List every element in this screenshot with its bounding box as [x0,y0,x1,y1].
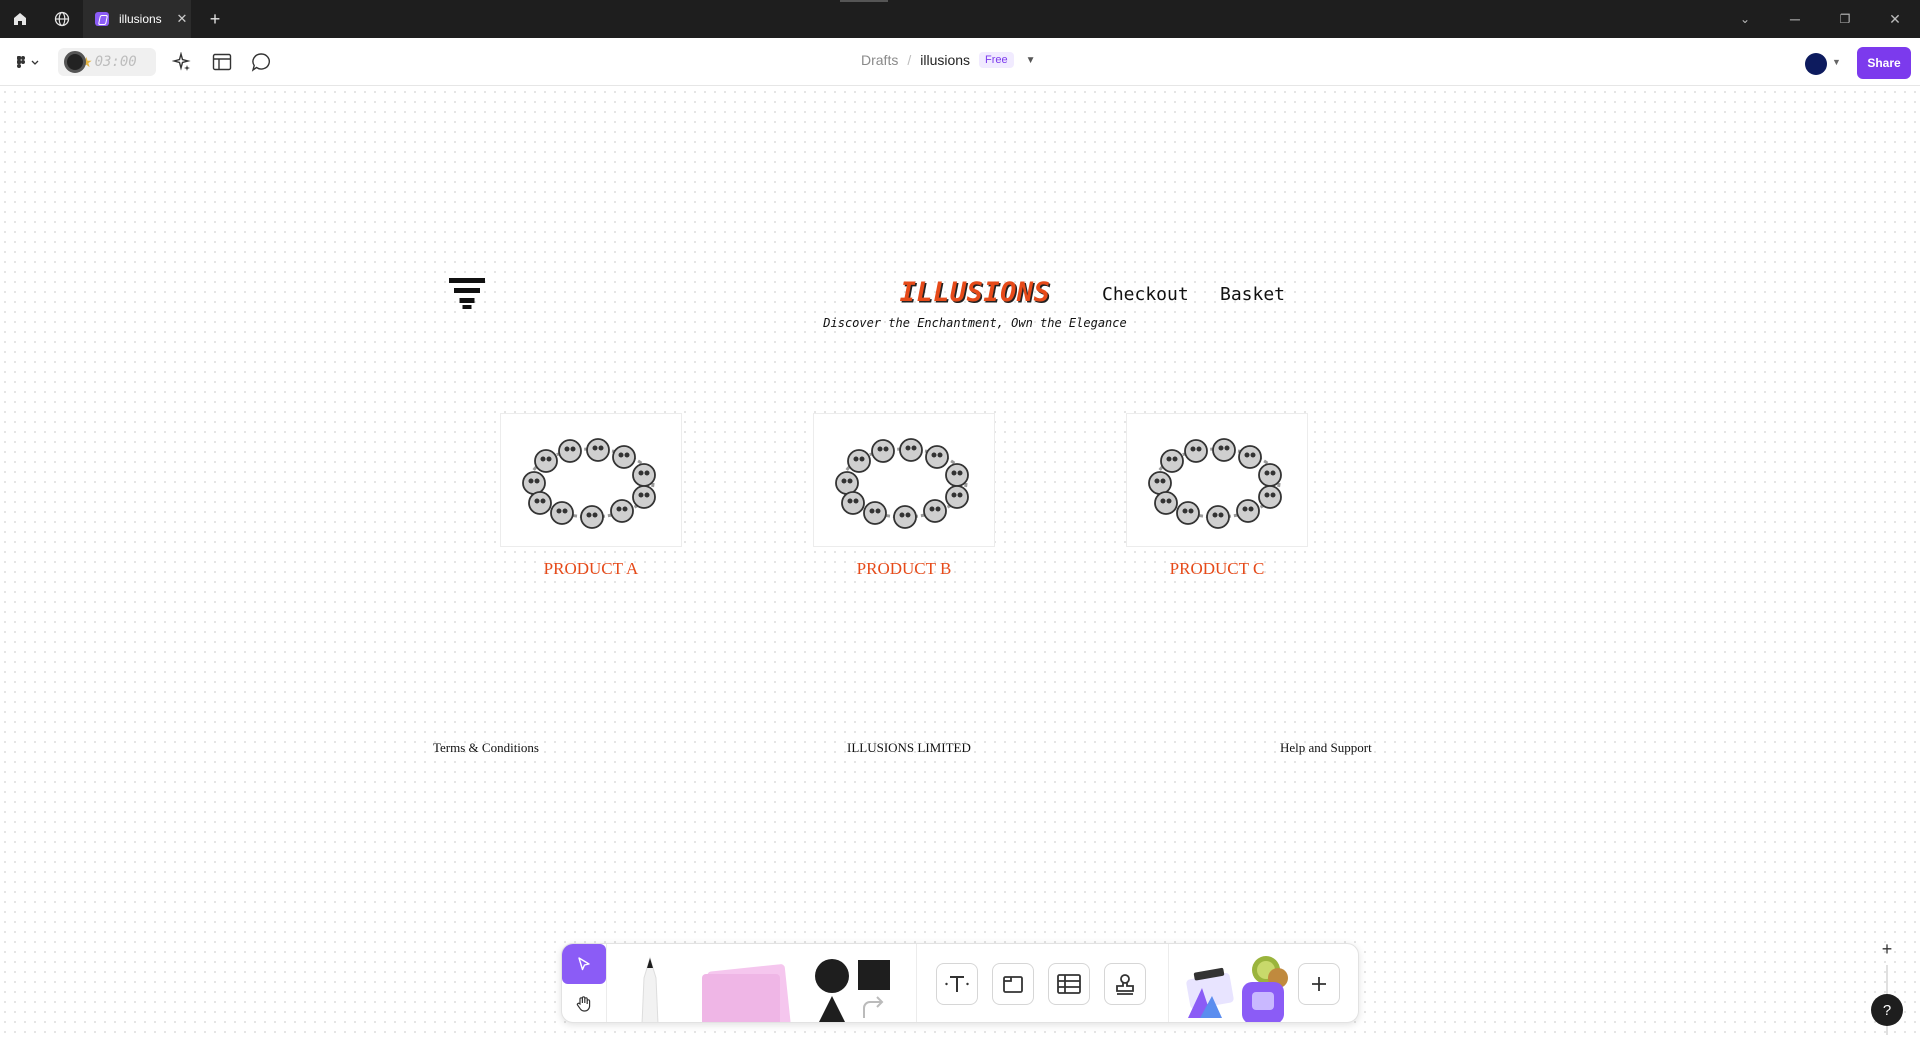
layout-templates-icon[interactable] [206,46,238,78]
marker-icon [641,956,659,1022]
stamp-icon [1116,974,1134,995]
chevron-down-icon[interactable]: ▼ [1832,57,1841,67]
shapes-icon [815,959,890,1022]
pen-tool[interactable] [630,952,670,1022]
sticky-note-icon [702,964,791,1022]
table-icon [1057,974,1081,994]
tab-title: illusions [119,12,162,26]
bracelet-image [522,438,656,529]
text-tool[interactable] [936,963,978,1005]
home-icon[interactable] [0,0,40,38]
product-card[interactable]: PRODUCT B [813,413,995,579]
tagline: Discover the Enchantment, Own the Elegan… [823,316,1127,330]
avatar[interactable] [1805,53,1827,75]
section-tool[interactable] [992,963,1034,1005]
comment-icon[interactable] [245,46,277,78]
breadcrumb: Drafts / illusions Free ▼ [861,52,1036,68]
plan-badge[interactable]: Free [979,52,1014,68]
product-image [1126,413,1308,547]
hand-icon [576,996,591,1012]
timer-value: 03:00 [94,54,137,70]
minimize-icon[interactable]: ─ [1772,0,1818,38]
file-name[interactable]: illusions [920,52,970,68]
main-menu-icon[interactable] [12,46,44,78]
breadcrumb-drafts[interactable]: Drafts [861,52,898,68]
stamp-tool[interactable] [1104,963,1146,1005]
new-tab-button[interactable]: + [195,0,235,38]
table-tool[interactable] [1048,963,1090,1005]
shapes-tool[interactable] [814,956,894,1022]
figjam-file-icon [95,12,109,26]
footer-help[interactable]: Help and Support [1280,740,1372,756]
bracelet-image [835,438,969,529]
creation-toolbar [561,943,1359,1023]
nav-checkout[interactable]: Checkout [1102,284,1189,305]
footer-terms[interactable]: Terms & Conditions [433,740,539,756]
hand-tool-button[interactable] [562,984,606,1022]
drag-handle[interactable] [840,0,888,2]
close-window-icon[interactable]: ✕ [1872,0,1918,38]
plus-icon [1312,977,1326,991]
share-button[interactable]: Share [1857,47,1911,79]
product-name[interactable]: PRODUCT C [1126,559,1308,579]
restore-icon[interactable]: ❐ [1822,0,1868,38]
product-name[interactable]: PRODUCT A [500,559,682,579]
help-button[interactable]: ? [1871,994,1903,1026]
canvas[interactable]: ILLUSIONS Discover the Enchantment, Own … [0,87,1920,1037]
sticky-note-tool[interactable] [696,960,796,1022]
product-card[interactable]: PRODUCT C [1126,413,1308,579]
cursor-icon [578,957,590,971]
widgets-icon [1186,956,1288,1022]
product-image [813,413,995,547]
filter-menu-icon[interactable] [449,277,485,311]
close-tab-icon[interactable]: ✕ [173,11,191,27]
editor-toolbar: ★ 03:00 Drafts / illusions Free ▼ ▼ Shar… [0,38,1920,86]
brand-logo: ILLUSIONS [899,277,1051,308]
title-bar: illusions ✕ + ⌄ ─ ❐ ✕ [0,0,1920,38]
tab-illusions[interactable]: illusions ✕ [83,0,191,38]
chevron-down-icon[interactable]: ▼ [1026,55,1036,66]
zoom-in-button[interactable]: + [1870,935,1904,963]
nav-basket[interactable]: Basket [1220,284,1285,305]
text-icon [945,976,969,992]
ai-sparkle-icon[interactable] [166,46,198,78]
section-icon [1003,976,1023,993]
product-name[interactable]: PRODUCT B [813,559,995,579]
website-frame: ILLUSIONS Discover the Enchantment, Own … [420,87,1420,1037]
globe-icon[interactable] [42,0,82,38]
widgets-tool[interactable] [1182,952,1292,1022]
move-tool-button[interactable] [562,944,606,984]
timer-widget[interactable]: ★ 03:00 [58,48,156,76]
breadcrumb-separator: / [907,52,912,68]
timer-dial-icon [64,51,86,73]
product-image [500,413,682,547]
chevron-down-icon[interactable]: ⌄ [1722,0,1768,38]
more-tools-button[interactable] [1298,963,1340,1005]
footer-company: ILLUSIONS LIMITED [847,740,971,755]
bracelet-image [1148,438,1282,529]
product-card[interactable]: PRODUCT A [500,413,682,579]
